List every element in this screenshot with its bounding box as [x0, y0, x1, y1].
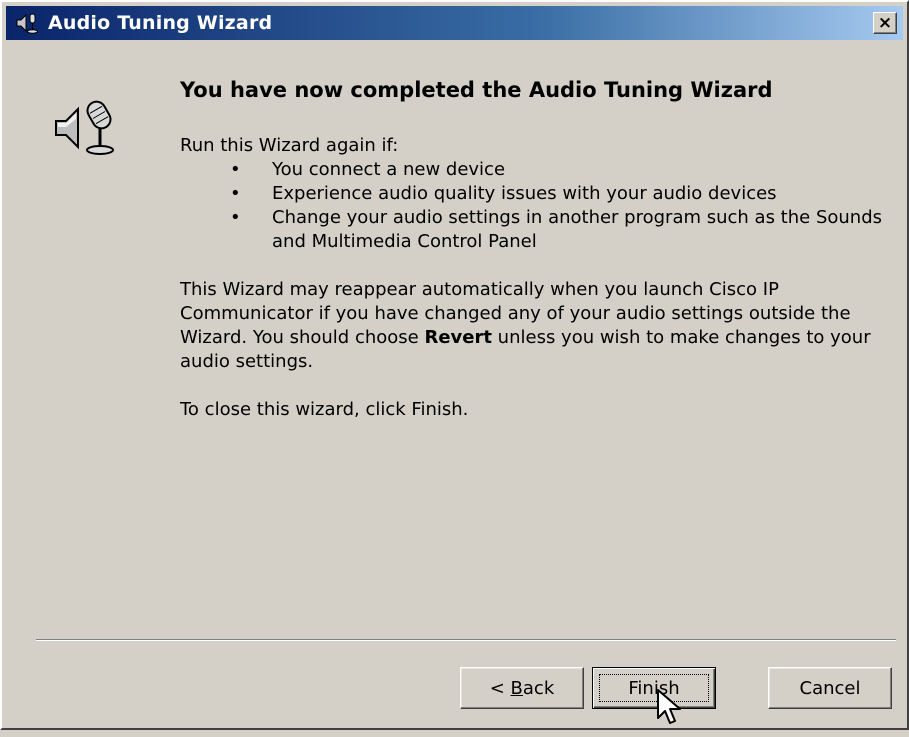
list-item: • You connect a new device: [180, 158, 900, 182]
finish-button[interactable]: Finish: [592, 667, 716, 709]
bullet-icon: •: [230, 183, 241, 204]
page-title: You have now completed the Audio Tuning …: [180, 78, 773, 102]
cancel-button-label: Cancel: [799, 677, 861, 699]
revert-emphasis: Revert: [424, 327, 492, 348]
cancel-button[interactable]: Cancel: [768, 667, 892, 709]
back-button-label: ack: [522, 677, 555, 699]
speaker-microphone-icon: [14, 9, 42, 37]
window-title: Audio Tuning Wizard: [48, 12, 273, 34]
back-button-accelerator: B: [510, 677, 523, 699]
title-bar[interactable]: Audio Tuning Wizard ×: [6, 6, 903, 40]
back-button-prefix: <: [489, 677, 511, 699]
list-item-text: You connect a new device: [272, 159, 506, 180]
audio-tuning-wizard-window: Audio Tuning Wizard × You have now compl…: [0, 0, 909, 730]
list-item-text: Change your audio settings in another pr…: [272, 207, 882, 252]
close-instruction: To close this wizard, click Finish.: [180, 399, 469, 420]
button-separator: [36, 639, 896, 641]
intro-text: Run this Wizard again if:: [180, 135, 399, 156]
bullet-icon: •: [230, 207, 241, 228]
list-item: • Change your audio settings in another …: [180, 206, 900, 254]
mouse-pointer-icon: [656, 688, 684, 732]
reasons-list: • You connect a new device • Experience …: [180, 158, 900, 254]
bullet-icon: •: [230, 159, 241, 180]
list-item: • Experience audio quality issues with y…: [180, 182, 900, 206]
back-button[interactable]: < Back: [460, 667, 584, 709]
reappear-notice: This Wizard may reappear automatically w…: [180, 278, 900, 374]
speaker-microphone-icon: [52, 97, 122, 159]
focus-rectangle: [599, 674, 709, 702]
close-button[interactable]: ×: [873, 12, 897, 34]
wizard-content: Run this Wizard again if: • You connect …: [180, 134, 900, 422]
list-item-text: Experience audio quality issues with you…: [272, 183, 777, 204]
